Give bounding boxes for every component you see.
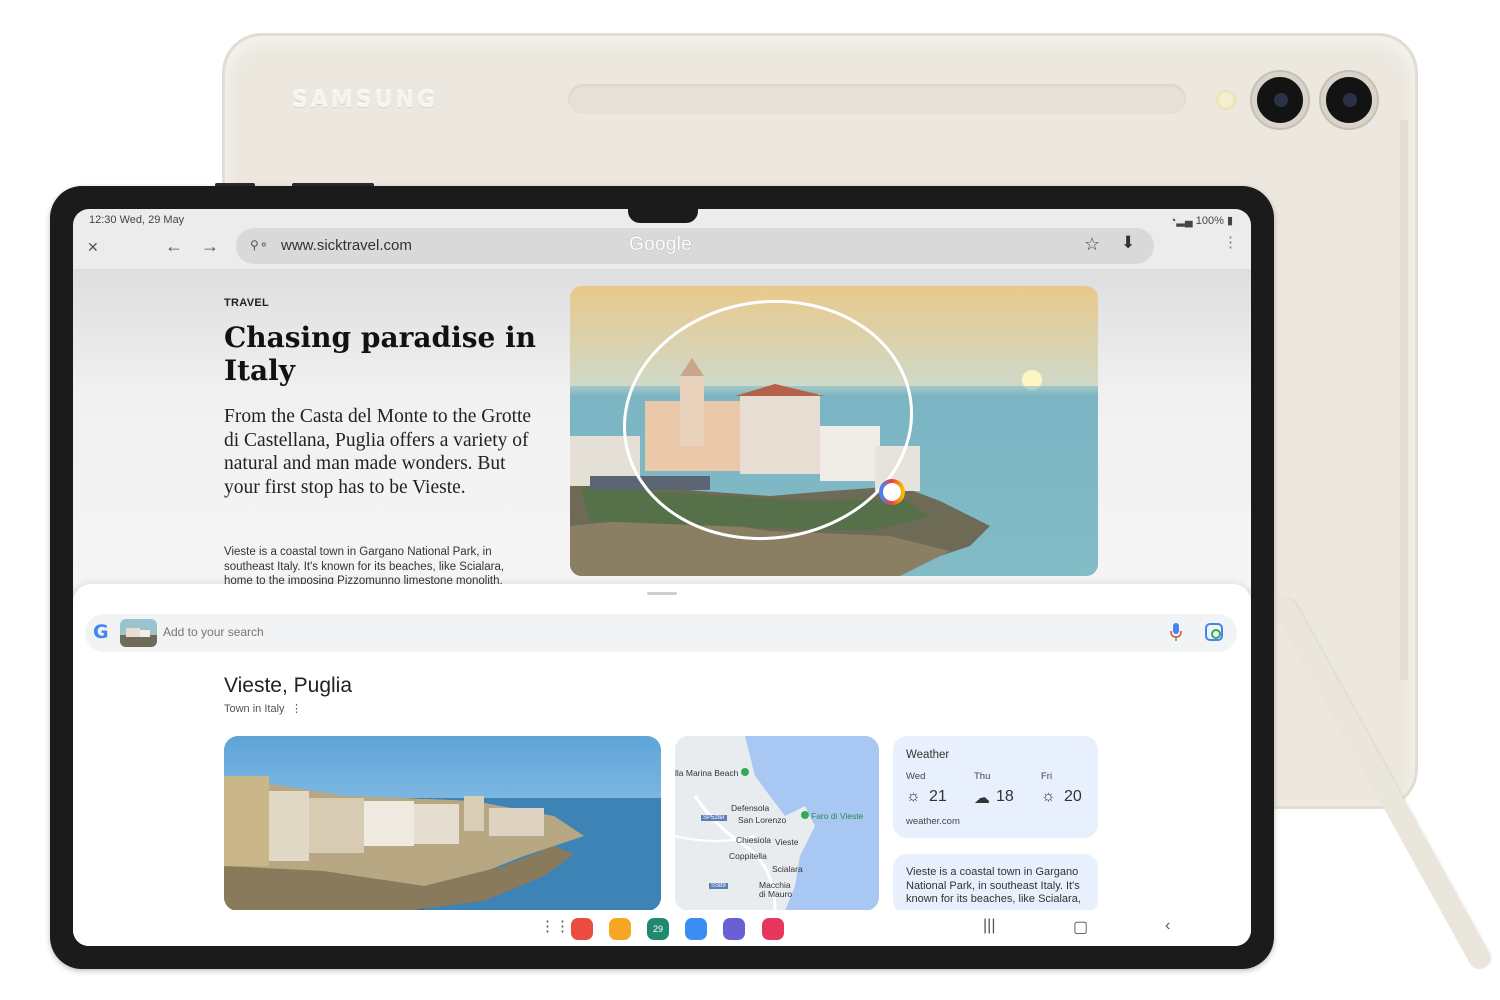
circle-to-search-sheet: G Add to your search Vieste, Puglia Town… — [73, 584, 1251, 946]
map-label: Vieste — [775, 837, 799, 847]
weather-day: Wed — [906, 771, 926, 782]
article-headline: Chasing paradise in Italy — [224, 321, 537, 387]
weather-temp: 20 — [1064, 788, 1082, 805]
url-text[interactable]: www.sicktravel.com — [281, 237, 412, 254]
taskbar: ⋮⋮⋮ 29 ||| ▢ ‹ — [73, 910, 1251, 946]
download-icon[interactable]: ⬇ — [1121, 233, 1135, 253]
google-lens-icon[interactable] — [1205, 623, 1223, 641]
rear-camera-lens-1 — [1252, 72, 1308, 128]
battery-level: 100% — [1195, 215, 1224, 227]
weather-source[interactable]: weather.com — [906, 816, 960, 827]
weather-temp: 21 — [929, 788, 947, 805]
samsung-logo: SAMSUNG — [292, 88, 438, 113]
article-kicker: TRAVEL — [224, 297, 269, 309]
article-lede: From the Casta del Monte to the Grotte d… — [224, 406, 532, 498]
wifi-signal-icon: ◔▂▄ — [1169, 215, 1193, 227]
hero-image[interactable] — [570, 286, 1098, 576]
sun-icon: ☼ — [906, 788, 921, 805]
camera-flash — [1216, 90, 1236, 110]
back-icon[interactable]: ← — [165, 236, 183, 257]
notes-app-icon[interactable] — [571, 918, 593, 940]
messages-app-icon[interactable] — [685, 918, 707, 940]
result-map-card[interactable]: lla Marina Beach Defensola San Lorenzo F… — [675, 736, 879, 911]
recent-apps-icon[interactable]: ||| — [983, 917, 995, 935]
status-icons: ◔▂▄ 100% ▮ — [1170, 214, 1233, 227]
map-label: Scialara — [772, 864, 803, 874]
weather-card[interactable]: Weather Wed Thu Fri ☼ 21 ☁ 18 ☼ 20 weath… — [893, 736, 1098, 838]
site-settings-icon[interactable]: ⚲⚬ — [250, 238, 269, 252]
article-body: Vieste is a coastal town in Gargano Nati… — [224, 546, 505, 587]
rear-camera-lens-2 — [1321, 72, 1377, 128]
sheet-drag-handle[interactable] — [647, 592, 677, 595]
more-menu-icon[interactable]: ⋮ — [1223, 235, 1238, 250]
battery-icon: ▮ — [1226, 215, 1233, 227]
google-g-icon: G — [93, 621, 109, 643]
browser-app-icon[interactable] — [723, 918, 745, 940]
map-road-label: SS89 — [709, 883, 728, 889]
map-road-label: SP52ter — [701, 815, 727, 821]
weather-day: Fri — [1041, 771, 1053, 782]
home-icon[interactable]: ▢ — [1073, 917, 1088, 937]
map-label: Defensola — [731, 803, 770, 813]
map-label: Chiesiola — [736, 835, 771, 845]
folder-app-icon[interactable] — [609, 918, 631, 940]
calendar-app-icon[interactable]: 29 — [647, 918, 669, 940]
bookmark-star-icon[interactable]: ☆ — [1084, 234, 1100, 255]
map-label: San Lorenzo — [738, 815, 787, 825]
forward-icon[interactable]: → — [201, 236, 219, 257]
weather-day: Thu — [974, 771, 991, 782]
address-bar[interactable]: ⚲⚬ www.sicktravel.com Google ☆ ⬇ — [236, 228, 1154, 264]
result-title: Vieste, Puglia — [224, 674, 353, 697]
tablet-side-edge — [1400, 120, 1408, 680]
google-wordmark: Google — [629, 234, 693, 255]
product-photo: SAMSUNG 12:30 Wed, 29 May ◔▂▄ 100% ▮ ✕ ←… — [0, 0, 1500, 1000]
map-label: di Mauro — [759, 889, 793, 899]
result-more-icon[interactable]: ⋮ — [291, 702, 302, 715]
weather-temp: 18 — [996, 788, 1014, 805]
sun-icon: ☼ — [1041, 788, 1056, 805]
article: TRAVEL Chasing paradise in Italy From th… — [73, 269, 1251, 589]
tablet-screen: 12:30 Wed, 29 May ◔▂▄ 100% ▮ ✕ ← → ⚲⚬ ww… — [73, 209, 1251, 946]
close-icon[interactable]: ✕ — [87, 239, 99, 256]
microphone-icon[interactable] — [1170, 622, 1182, 647]
camera-app-icon[interactable] — [762, 918, 784, 940]
result-subtitle: Town in Italy — [224, 703, 285, 715]
weather-title: Weather — [906, 749, 950, 761]
info-card[interactable]: Vieste is a coastal town in Gargano Nati… — [893, 854, 1098, 914]
map-label: Coppitella — [729, 851, 767, 861]
search-input[interactable]: Add to your search — [163, 625, 264, 639]
map-label: lla Marina Beach — [675, 768, 739, 778]
spen-charging-slot — [568, 84, 1186, 114]
search-bar[interactable]: G Add to your search — [85, 614, 1237, 652]
info-text: Vieste is a coastal town in Gargano Nati… — [906, 866, 1081, 905]
map-label: Faro di Vieste — [811, 811, 864, 821]
search-image-thumbnail[interactable] — [120, 619, 157, 647]
nav-back-icon[interactable]: ‹ — [1165, 917, 1170, 935]
partly-cloudy-icon: ☁ — [974, 790, 990, 807]
result-photo-card[interactable] — [224, 736, 661, 911]
status-time-date: 12:30 Wed, 29 May — [89, 214, 185, 226]
front-camera-notch — [628, 209, 698, 223]
